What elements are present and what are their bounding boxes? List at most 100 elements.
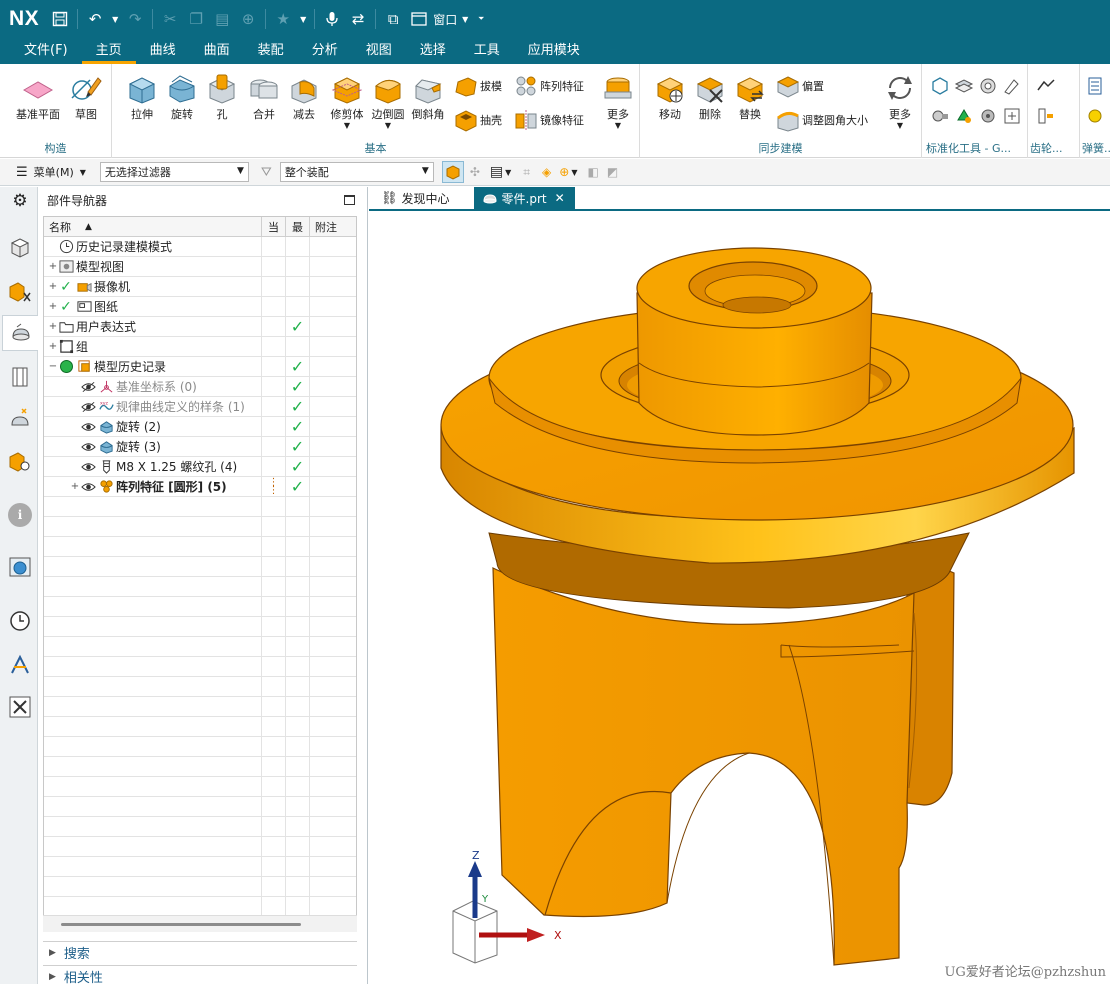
tree-row[interactable]: + 组 — [44, 337, 356, 357]
gear-tool-2-icon[interactable] — [1036, 106, 1056, 126]
settings-gear-icon[interactable]: ⚙ — [8, 191, 32, 215]
tree-row-name-cell[interactable]: + ✓ 摄像机 — [44, 277, 262, 296]
spring-tool-1-icon[interactable] — [1086, 76, 1104, 96]
filter-icon[interactable]: ⛛ — [261, 165, 272, 180]
shell-button[interactable]: 抽壳 — [454, 108, 502, 132]
hd3d-tools-icon[interactable] — [8, 407, 32, 431]
type-filter-select[interactable]: 无选择过滤器 ▼ — [99, 162, 249, 182]
window-menu[interactable]: 窗口 — [433, 11, 457, 28]
assembly-filter-icon[interactable]: ▤ — [490, 164, 503, 180]
select-faces-icon[interactable]: ◈ — [542, 165, 551, 179]
tree-row-name-cell[interactable]: − 模型历史记录 — [44, 357, 262, 376]
view-filter-icon[interactable]: ◧ — [587, 165, 598, 179]
trim-body-button[interactable]: 修剪体 ▼ — [326, 72, 368, 130]
tree-row-name-cell[interactable]: 历史记录建模模式 — [44, 237, 262, 256]
spring-group-label[interactable]: 弹簧... — [1082, 140, 1110, 156]
subtract-button[interactable]: 减去 — [284, 72, 324, 122]
expand-toggle-icon[interactable]: + — [48, 301, 58, 312]
tree-row-name-cell[interactable]: + 组 — [44, 337, 262, 356]
menu-item-7[interactable]: 选择 — [420, 38, 446, 64]
part-model[interactable]: Z Y X — [369, 213, 1110, 984]
menu-item-6[interactable]: 视图 — [366, 38, 392, 64]
tree-row[interactable]: xyz 规律曲线定义的样条 (1) ✓ — [44, 397, 356, 417]
pattern-feature-button[interactable]: 阵列特征 — [514, 74, 584, 98]
std-tool-7-icon[interactable] — [978, 106, 998, 126]
history-palette-icon[interactable] — [8, 555, 32, 579]
tree-row[interactable]: + 模型视图 — [44, 257, 356, 277]
search-section-header[interactable]: ▶ 搜索 — [43, 941, 357, 963]
std-tool-5-icon[interactable] — [930, 106, 950, 126]
reuse-library-icon[interactable] — [8, 365, 32, 389]
sketch-button[interactable]: 草图 — [66, 72, 106, 122]
navigator-horizontal-scrollbar[interactable] — [43, 915, 357, 932]
hole-button[interactable]: 孔 — [204, 72, 240, 122]
expand-toggle-icon[interactable]: + — [70, 481, 80, 492]
front-leg[interactable] — [492, 567, 915, 966]
scrollbar-thumb[interactable] — [61, 923, 301, 926]
expand-toggle-icon[interactable]: + — [48, 321, 58, 332]
menu-item-8[interactable]: 工具 — [474, 38, 500, 64]
tab-part-file[interactable]: 零件.prt ✕ — [473, 187, 575, 209]
tree-row[interactable]: + ✓ 图纸 — [44, 297, 356, 317]
cut-icon[interactable]: ✂ — [160, 9, 180, 29]
offset-face-button[interactable]: 偏置 — [776, 74, 824, 98]
copy-icon[interactable]: ❐ — [186, 9, 206, 29]
column-notes-header[interactable]: 附注 — [310, 217, 356, 236]
body-filter-icon[interactable]: ◩ — [607, 165, 618, 179]
gear-group-label[interactable]: 齿轮... — [1030, 140, 1079, 156]
tree-row-name-cell[interactable]: M8 X 1.25 螺纹孔 (4) — [44, 457, 262, 476]
trim-body-dropdown-icon[interactable]: ▼ — [344, 122, 350, 130]
tree-row[interactable]: 历史记录建模模式 — [44, 237, 356, 257]
microphone-icon[interactable] — [322, 9, 342, 29]
delete-icon[interactable]: ⊕ — [238, 9, 258, 29]
std-tool-2-icon[interactable] — [954, 76, 974, 96]
tree-row-name-cell[interactable]: xyz 规律曲线定义的样条 (1) — [44, 397, 262, 416]
standard-tools-label[interactable]: 标准化工具 - G... — [926, 140, 1027, 156]
touch-mode-icon[interactable]: ⇄ — [348, 9, 368, 29]
favorites-dropdown-icon[interactable]: ▼ — [299, 9, 307, 29]
expand-toggle-icon[interactable]: + — [48, 281, 58, 292]
sync-more-button[interactable]: 更多 ▼ — [882, 72, 918, 130]
visibility-eye-icon[interactable] — [80, 399, 96, 415]
visibility-eye-icon[interactable] — [80, 479, 96, 495]
tree-row-name-cell[interactable]: 旋转 (2) — [44, 417, 262, 436]
assembly-navigator-icon[interactable] — [8, 235, 32, 259]
snap-icon[interactable]: ✣ — [470, 165, 480, 179]
select-all-icon[interactable]: ⌗ — [523, 165, 530, 180]
main-menu-button[interactable]: 菜单(M) — [34, 164, 74, 180]
menu-item-3[interactable]: 曲面 — [204, 38, 230, 64]
std-tool-4-icon[interactable] — [1002, 76, 1022, 96]
visibility-eye-icon[interactable] — [80, 379, 96, 395]
gear-tool-1-icon[interactable] — [1036, 76, 1056, 96]
visibility-eye-icon[interactable] — [80, 419, 96, 435]
web-browser-tool-icon[interactable] — [8, 449, 32, 473]
tree-row[interactable]: 基准坐标系 (0) ✓ — [44, 377, 356, 397]
window-dropdown-icon[interactable]: ▼ — [460, 9, 470, 29]
edge-blend-button[interactable]: 边倒圆 ▼ — [368, 72, 408, 130]
delete-face-button[interactable]: 删除 — [690, 72, 730, 122]
select-features-icon[interactable] — [441, 161, 464, 183]
chamfer-button[interactable]: 倒斜角 — [408, 72, 448, 122]
close-tab-icon[interactable]: ✕ — [555, 191, 565, 205]
menu-item-9[interactable]: 应用模块 — [528, 38, 580, 64]
process-studio-icon[interactable] — [8, 653, 32, 677]
paste-icon[interactable]: ▤ — [212, 9, 232, 29]
column-current-header[interactable]: 当 — [262, 217, 286, 236]
tree-row[interactable]: + ✓ 摄像机 — [44, 277, 356, 297]
move-face-button[interactable]: 移动 — [650, 72, 690, 122]
checkbox-checked-icon[interactable]: ✓ — [58, 299, 74, 315]
replace-face-button[interactable]: 替换 — [730, 72, 770, 122]
checkbox-checked-icon[interactable]: ✓ — [58, 279, 74, 295]
revolve-button[interactable]: 旋转 — [162, 72, 202, 122]
edge-blend-dropdown-icon[interactable]: ▼ — [385, 122, 391, 130]
roles-tools-icon[interactable] — [8, 695, 32, 719]
unite-button[interactable]: 合并 — [244, 72, 284, 122]
std-tool-1-icon[interactable] — [930, 76, 950, 96]
menu-item-4[interactable]: 装配 — [258, 38, 284, 64]
undo-dropdown-icon[interactable]: ▼ — [111, 9, 119, 29]
tree-row[interactable]: − 模型历史记录 ✓ — [44, 357, 356, 377]
window-icon[interactable] — [409, 9, 429, 29]
constraint-navigator-icon[interactable] — [8, 279, 32, 303]
tree-row-name-cell[interactable]: + 模型视图 — [44, 257, 262, 276]
graphics-window[interactable]: Z Y X UG爱好者论坛@pzhzshun — [369, 213, 1110, 984]
